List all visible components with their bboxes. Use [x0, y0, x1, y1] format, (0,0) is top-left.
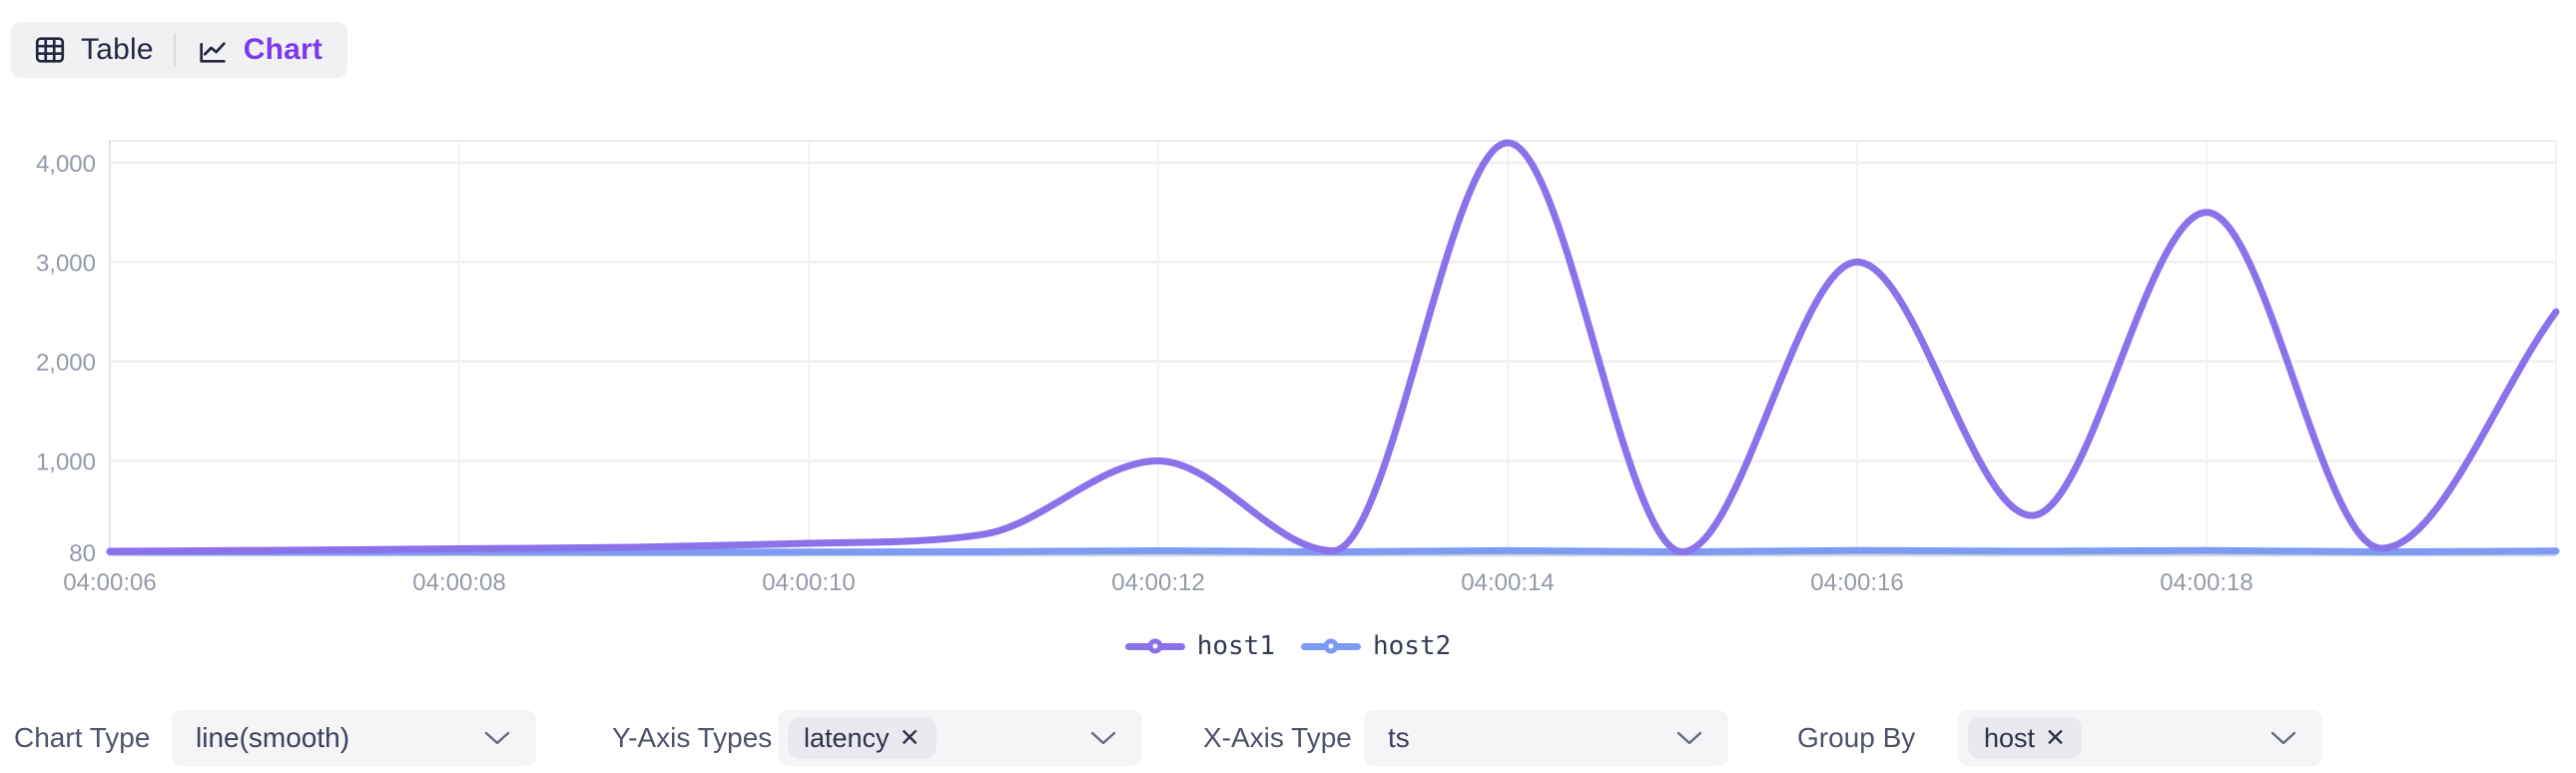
svg-text:04:00:16: 04:00:16: [1810, 569, 1903, 596]
view-toggle: Table Chart: [11, 22, 347, 78]
svg-text:04:00:18: 04:00:18: [2160, 569, 2253, 596]
y-axis-types-label: Y-Axis Types: [612, 710, 772, 766]
legend-item-host2[interactable]: host2: [1301, 631, 1451, 661]
chart-type-value: line(smooth): [172, 722, 349, 754]
legend-label-host2: host2: [1373, 631, 1451, 661]
group-by-select[interactable]: host ✕: [1958, 710, 2322, 766]
svg-text:1,000: 1,000: [36, 448, 96, 475]
chart-legend: host1 host2: [0, 626, 2576, 666]
x-axis-type-select[interactable]: ts: [1364, 710, 1728, 766]
remove-chip-icon[interactable]: ✕: [2045, 726, 2066, 751]
group-by-chip-text: host: [1984, 723, 2035, 754]
svg-text:4,000: 4,000: [36, 151, 96, 178]
svg-text:04:00:12: 04:00:12: [1111, 569, 1204, 596]
chevron-down-icon: [1676, 731, 1702, 745]
tab-chart[interactable]: Chart: [184, 22, 334, 78]
toggle-divider: [174, 33, 176, 67]
chart-type-select[interactable]: line(smooth): [172, 710, 536, 766]
tab-table[interactable]: Table: [21, 22, 166, 78]
legend-item-host1[interactable]: host1: [1125, 631, 1275, 661]
svg-text:3,000: 3,000: [36, 250, 96, 277]
chart-type-label: Chart Type: [14, 710, 150, 766]
table-icon: [33, 33, 67, 67]
y-axis-chip-text: latency: [804, 723, 890, 754]
svg-text:2,000: 2,000: [36, 350, 96, 377]
svg-text:04:00:14: 04:00:14: [1461, 569, 1554, 596]
tab-table-label: Table: [81, 33, 154, 67]
svg-text:80: 80: [69, 540, 96, 567]
svg-text:04:00:08: 04:00:08: [412, 569, 505, 596]
remove-chip-icon[interactable]: ✕: [900, 726, 921, 751]
line-chart-icon: [196, 33, 230, 67]
svg-text:04:00:10: 04:00:10: [762, 569, 855, 596]
line-chart-plot-area[interactable]: 80 1,000 2,000 3,000 4,000 04:00:06 04:00:08 04…: [0, 80, 2576, 609]
tab-chart-label: Chart: [244, 33, 322, 67]
group-by-chip-host[interactable]: host ✕: [1968, 717, 2082, 759]
group-by-label: Group By: [1797, 710, 1915, 766]
chevron-down-icon: [1090, 731, 1116, 745]
chevron-down-icon: [484, 731, 510, 745]
y-axis-types-select[interactable]: latency ✕: [778, 710, 1142, 766]
x-axis-type-label: X-Axis Type: [1203, 710, 1352, 766]
chevron-down-icon: [2270, 731, 2296, 745]
legend-label-host1: host1: [1197, 631, 1275, 661]
legend-marker-host2: [1301, 643, 1361, 650]
y-axis-chip-latency[interactable]: latency ✕: [788, 717, 937, 759]
legend-marker-host1: [1125, 643, 1185, 650]
svg-text:04:00:06: 04:00:06: [63, 569, 156, 596]
x-axis-type-value: ts: [1364, 722, 1410, 754]
